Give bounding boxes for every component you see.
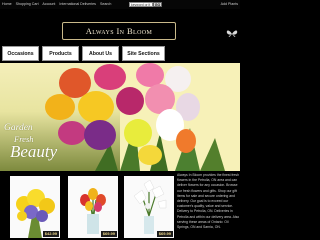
nav-cart-link[interactable]: Shopping Cart (16, 2, 39, 6)
tulip-vase-image (68, 176, 118, 238)
menu-products-button[interactable]: Products (42, 46, 79, 61)
hero-title-line3: Beauty (10, 142, 58, 161)
product-card-3[interactable]: $69.99 (124, 176, 174, 238)
nav-search-label: Search (99, 2, 112, 6)
search-input[interactable]: keyword or it (129, 2, 153, 7)
nav-home-link[interactable]: Home (2, 2, 12, 6)
menu-about-button[interactable]: About Us (82, 46, 119, 61)
product-price: $69.99 (100, 231, 117, 237)
product-card-2[interactable]: $69.99 (68, 176, 118, 238)
hero-banner[interactable]: Garden Fresh Beauty (0, 63, 240, 171)
top-bar: Home Shopping Cart Account International… (0, 0, 240, 9)
white-lily-image (124, 176, 174, 238)
hero-title-line1: Garden (4, 123, 33, 133)
about-text: Always In Bloom provides the finest fres… (177, 173, 240, 230)
product-price: $42.99 (42, 231, 59, 237)
top-nav: Home Shopping Cart Account International… (2, 0, 114, 9)
nav-international-link[interactable]: International Deliveries (59, 2, 96, 6)
site-header: Always In Bloom (0, 9, 240, 44)
main-menu: Occasions Products About Us Site Section… (0, 44, 240, 62)
go-button[interactable]: GO (153, 2, 162, 7)
site-logo[interactable]: Always In Bloom (62, 22, 176, 40)
product-card-1[interactable]: $42.99 (10, 176, 60, 238)
yellow-bouquet-image (10, 176, 60, 238)
product-price: $69.99 (156, 231, 173, 237)
menu-site-sections-button[interactable]: Site Sections (122, 46, 165, 61)
nav-account-link[interactable]: Account (42, 2, 55, 6)
checkout-link[interactable]: Add Plants (221, 0, 238, 9)
butterfly-icon (226, 30, 238, 38)
featured-products: $42.99 $69.99 $69.99 Always In Bloom pro… (0, 171, 240, 240)
menu-occasions-button[interactable]: Occasions (2, 46, 39, 61)
